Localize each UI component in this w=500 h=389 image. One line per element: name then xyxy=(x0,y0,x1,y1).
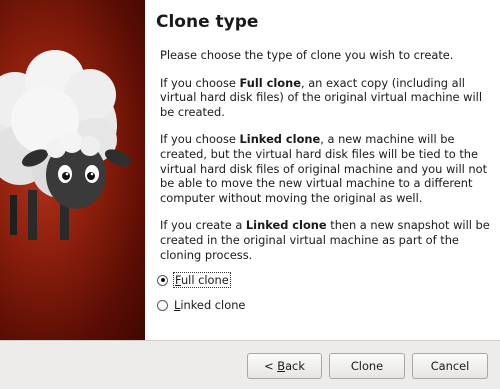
linked-clone-description: If you choose Linked clone, a new machin… xyxy=(160,132,488,205)
snapshot-note: If you create a Linked clone then a new … xyxy=(160,218,490,262)
button-bar: < Back Clone Cancel xyxy=(0,340,500,389)
full-clone-description: If you choose Full clone, an exact copy … xyxy=(160,75,482,119)
full-clone-radio[interactable] xyxy=(157,274,168,286)
cancel-button[interactable]: Cancel xyxy=(412,353,488,379)
intro-text: Please choose the type of clone you wish… xyxy=(160,48,454,62)
wizard-page: Clone type Please choose the type of clo… xyxy=(145,0,500,340)
sheep-mascot-icon xyxy=(0,50,132,240)
linked-clone-radio[interactable] xyxy=(157,299,168,311)
back-button[interactable]: < Back xyxy=(247,353,322,379)
linked-clone-option[interactable]: Linked clone xyxy=(157,295,488,315)
linked-clone-label[interactable]: Linked clone xyxy=(174,298,245,312)
wizard-sidebar xyxy=(0,0,145,340)
page-title: Clone type xyxy=(156,12,259,32)
full-clone-option[interactable]: Full clone xyxy=(157,270,488,290)
full-clone-label[interactable]: Full clone xyxy=(173,272,231,289)
clone-button[interactable]: Clone xyxy=(329,353,405,379)
